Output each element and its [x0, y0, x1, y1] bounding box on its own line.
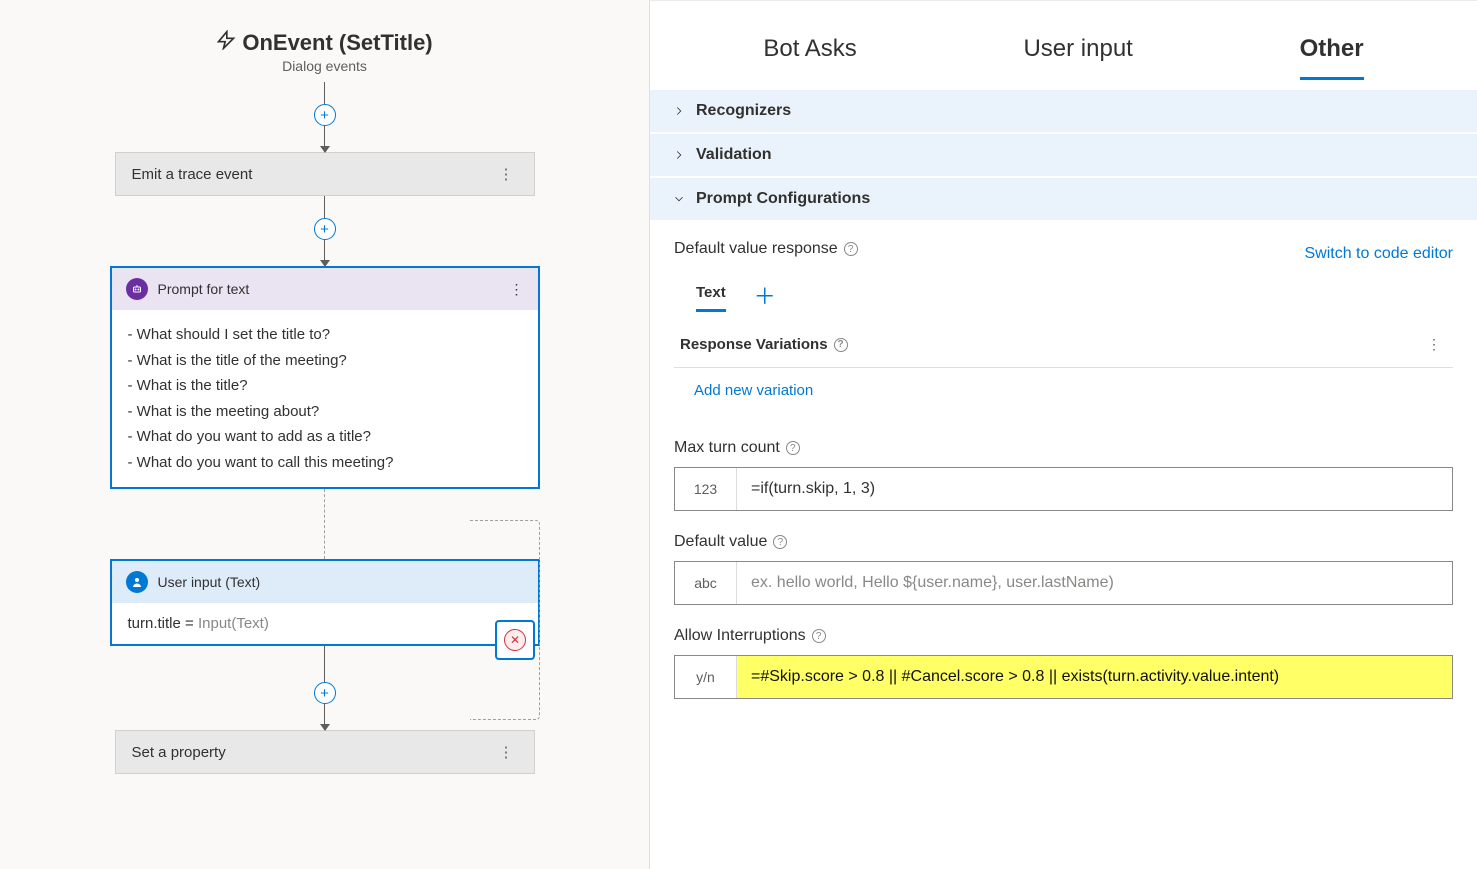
section-prompt-configurations[interactable]: Prompt Configurations	[650, 178, 1477, 220]
trigger-header: OnEvent (SetTitle) Dialog events	[0, 30, 649, 74]
add-subtab-button[interactable]: ＋	[754, 286, 776, 310]
default-value-input[interactable]	[737, 562, 1452, 604]
default-value-label: Default value ?	[674, 533, 1453, 551]
node-prompt-for-text[interactable]: Prompt for text ⋮ - What should I set th…	[110, 266, 540, 489]
type-badge-string: abc	[675, 562, 737, 604]
dialog-canvas[interactable]: OnEvent (SetTitle) Dialog events + Emit …	[0, 0, 650, 869]
trigger-title-text: OnEvent (SetTitle)	[242, 30, 432, 56]
section-validation[interactable]: Validation	[650, 134, 1477, 176]
section-recognizers[interactable]: Recognizers	[650, 90, 1477, 132]
allow-interruptions-input[interactable]	[737, 656, 1452, 698]
chevron-right-icon	[672, 148, 686, 162]
max-turn-count-input[interactable]	[737, 468, 1452, 510]
node-label: Emit a trace event	[132, 166, 253, 183]
default-value-field[interactable]: abc	[674, 561, 1453, 605]
type-badge-number: 123	[675, 468, 737, 510]
response-variations-more-icon[interactable]: ⋮	[1421, 336, 1447, 353]
error-circle-icon: ✕	[504, 629, 526, 651]
add-action-button[interactable]: +	[314, 218, 336, 240]
tab-bot-asks[interactable]: Bot Asks	[763, 27, 856, 80]
tab-other[interactable]: Other	[1300, 27, 1364, 80]
node-more-icon[interactable]: ⋮	[495, 743, 518, 761]
max-turn-count-label: Max turn count ?	[674, 439, 1453, 457]
node-head-label: User input (Text)	[158, 574, 261, 590]
node-emit-trace[interactable]: Emit a trace event ⋮	[115, 152, 535, 196]
node-head-label: Prompt for text	[158, 281, 250, 297]
node-body: - What should I set the title to? - What…	[112, 310, 538, 487]
allow-interruptions-field[interactable]: y/n	[674, 655, 1453, 699]
add-new-variation-link[interactable]: Add new variation	[674, 368, 1453, 417]
subtab-text[interactable]: Text	[696, 284, 726, 312]
help-icon[interactable]: ?	[844, 242, 858, 256]
default-value-response-label: Default value response ?	[674, 240, 858, 258]
add-action-button[interactable]: +	[314, 682, 336, 704]
lightning-icon	[216, 30, 236, 56]
properties-tabs: Bot Asks User input Other	[650, 1, 1477, 80]
node-more-icon[interactable]: ⋮	[495, 165, 518, 183]
tab-user-input[interactable]: User input	[1023, 27, 1132, 80]
trigger-subtitle: Dialog events	[0, 58, 649, 74]
type-badge-boolean: y/n	[675, 656, 737, 698]
help-icon[interactable]: ?	[834, 338, 848, 352]
node-label: Set a property	[132, 744, 226, 761]
node-more-icon[interactable]: ⋮	[510, 281, 524, 298]
response-variations-label: Response Variations ?	[680, 336, 848, 353]
help-icon[interactable]: ?	[786, 441, 800, 455]
add-action-button[interactable]: +	[314, 104, 336, 126]
node-set-property[interactable]: Set a property ⋮	[115, 730, 535, 774]
chevron-down-icon	[672, 192, 686, 206]
invalid-prompt-node[interactable]: ✕	[495, 620, 535, 660]
user-icon	[126, 571, 148, 593]
chevron-right-icon	[672, 104, 686, 118]
help-icon[interactable]: ?	[773, 535, 787, 549]
switch-to-code-link[interactable]: Switch to code editor	[1304, 245, 1453, 263]
help-icon[interactable]: ?	[812, 629, 826, 643]
max-turn-count-field[interactable]: 123	[674, 467, 1453, 511]
allow-interruptions-label: Allow Interruptions ?	[674, 627, 1453, 645]
properties-pane: Bot Asks User input Other Recognizers Va…	[650, 0, 1477, 869]
bot-icon	[126, 278, 148, 300]
